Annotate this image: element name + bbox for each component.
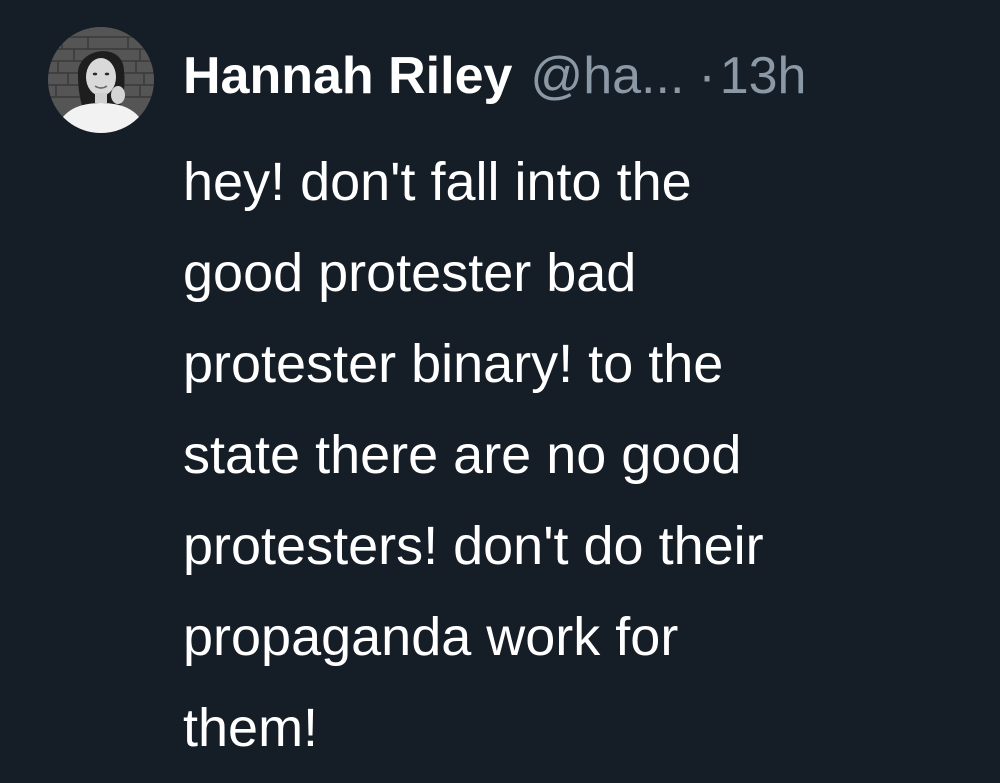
tweet-text-line: protester binary! to the xyxy=(183,334,724,394)
tweet-text: hey! don't fall into the good protester … xyxy=(183,137,983,774)
tweet[interactable]: Hannah Riley @ha... · 13h hey! don't fal… xyxy=(0,0,1000,783)
timestamp[interactable]: 13h xyxy=(720,44,807,108)
tweet-text-line: good protester bad xyxy=(183,243,637,303)
display-name[interactable]: Hannah Riley xyxy=(183,44,512,108)
tweet-text-line: state there are no good xyxy=(183,425,742,485)
separator-dot: · xyxy=(698,47,716,105)
profile-photo-icon xyxy=(48,27,154,133)
user-handle[interactable]: @ha... xyxy=(530,44,684,108)
tweet-text-line: them! xyxy=(183,698,319,758)
avatar[interactable] xyxy=(48,27,154,133)
tweet-text-line: protesters! don't do their xyxy=(183,516,764,576)
tweet-text-line: propaganda work for xyxy=(183,607,679,667)
tweet-header: Hannah Riley @ha... · 13h xyxy=(183,44,806,108)
tweet-text-line: hey! don't fall into the xyxy=(183,152,692,212)
